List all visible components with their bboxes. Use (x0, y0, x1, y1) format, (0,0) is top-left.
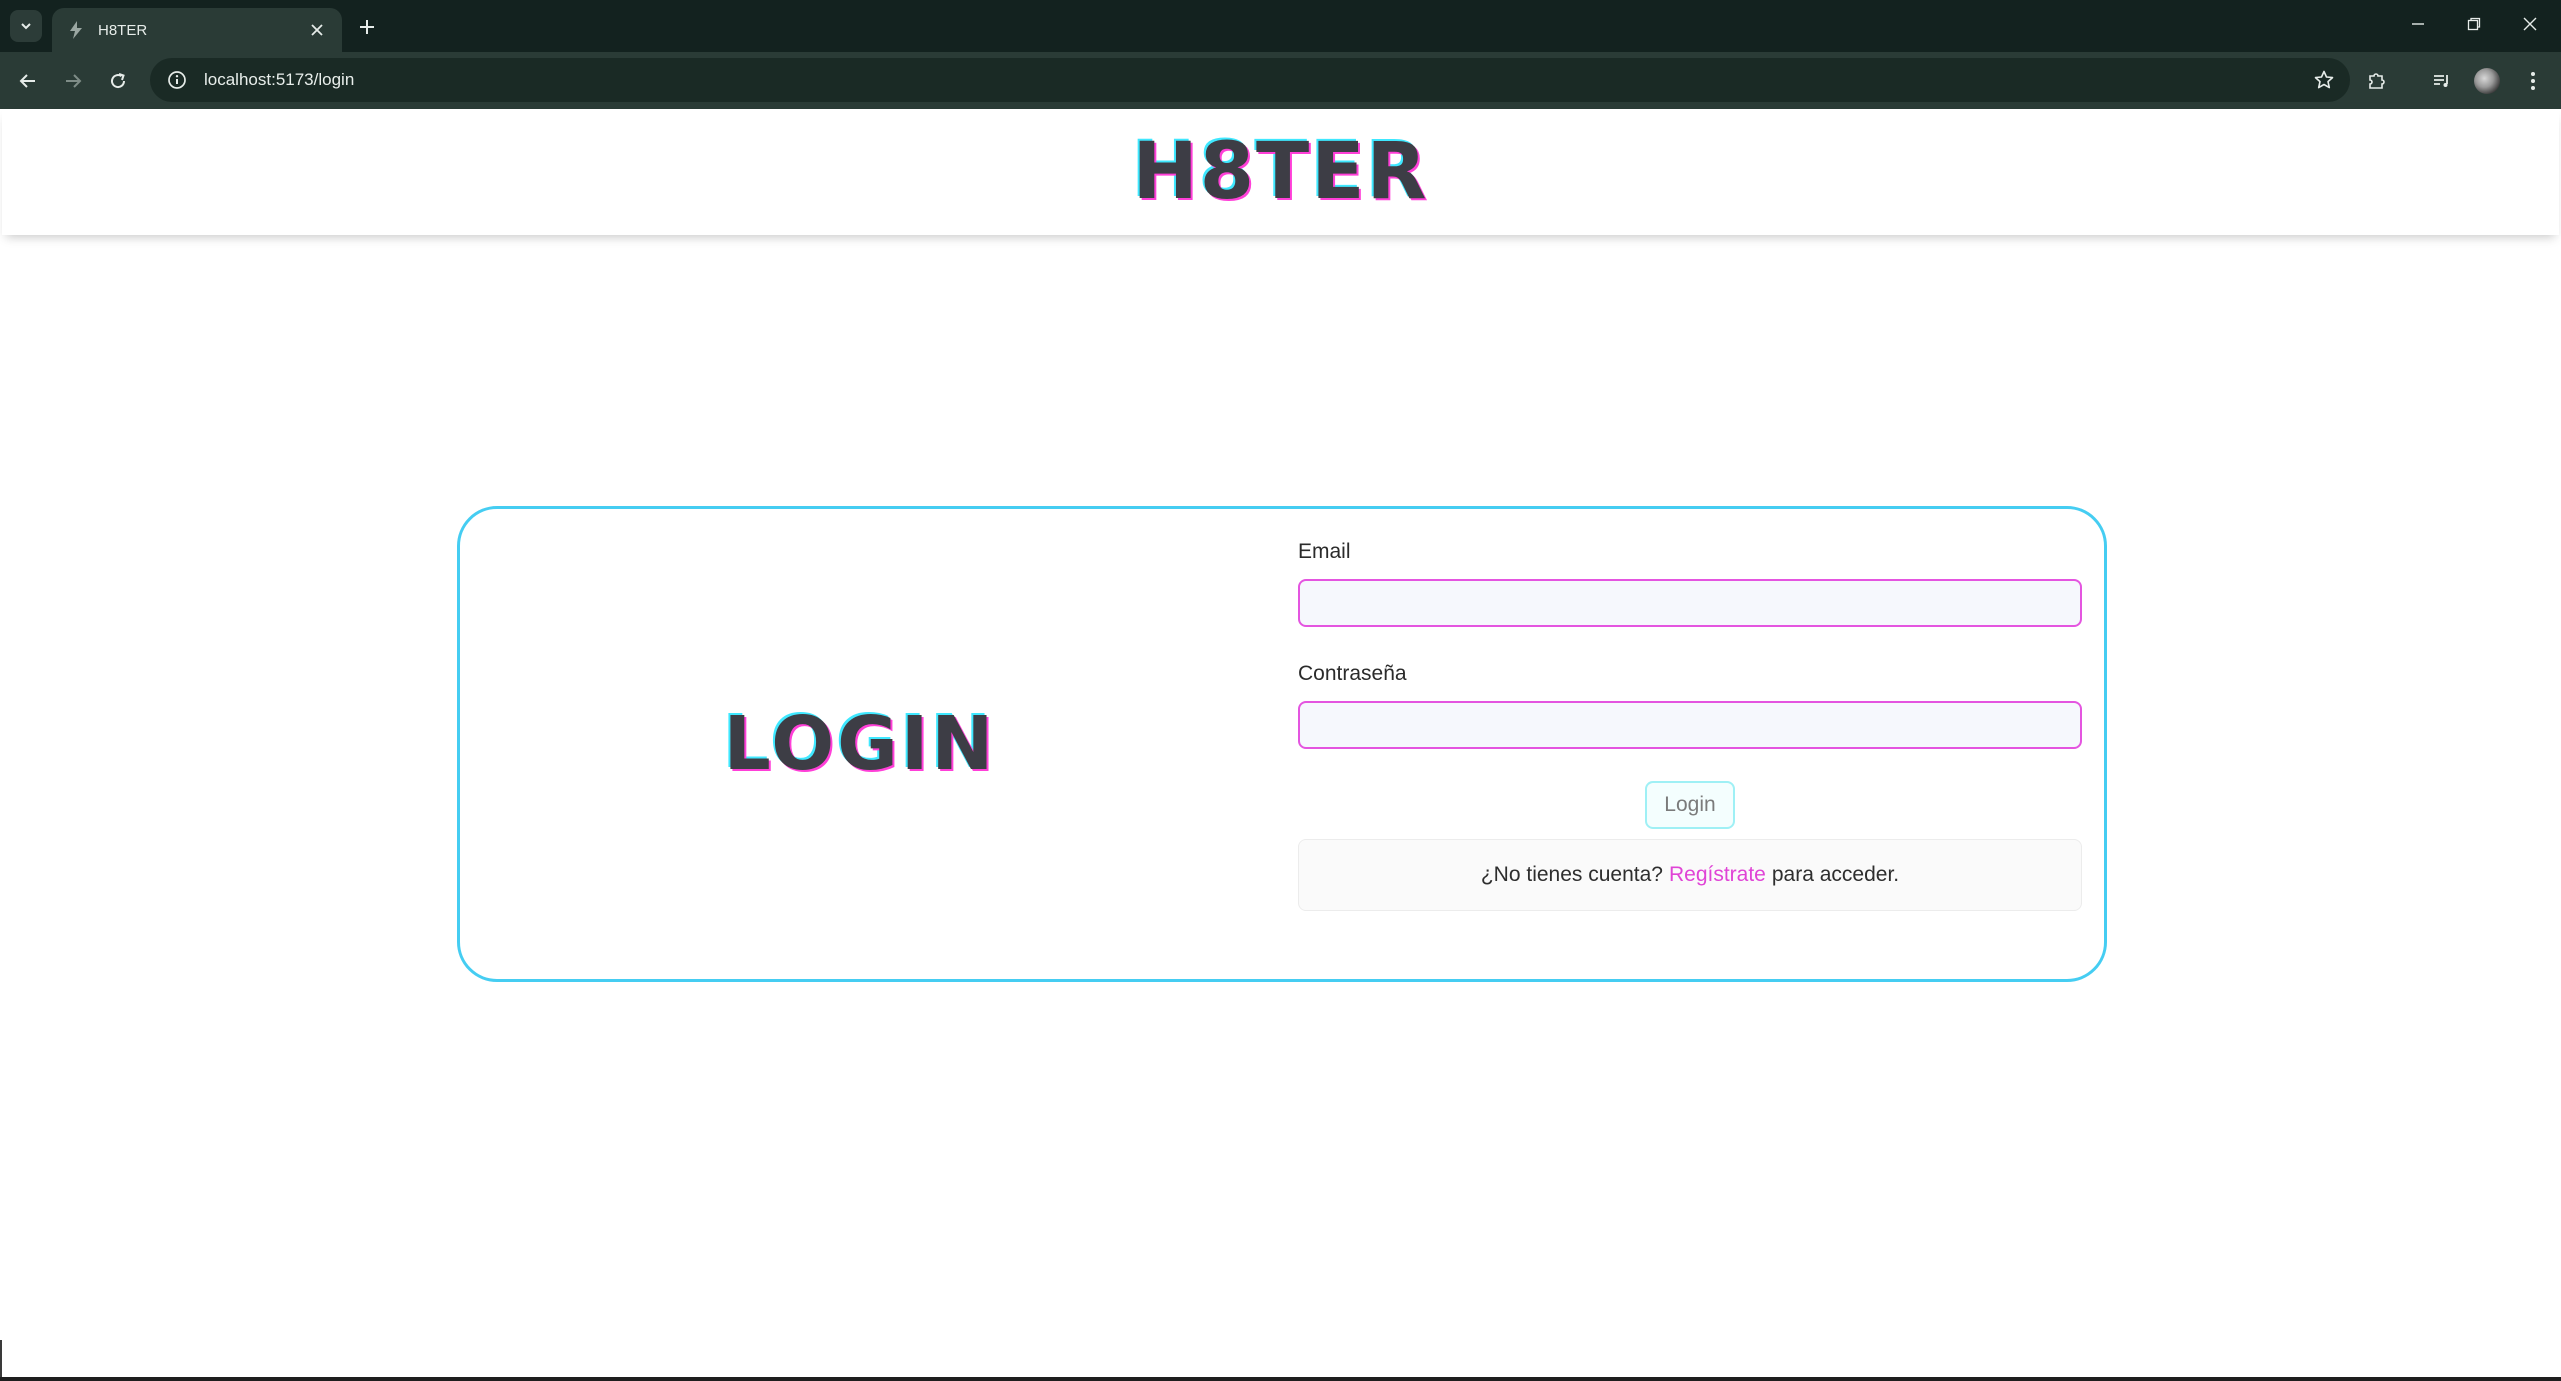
address-bar[interactable]: localhost:5173/login (150, 58, 2350, 102)
login-heading-container: LOGIN (460, 509, 1260, 979)
info-icon[interactable] (164, 67, 190, 93)
login-form: Email Contraseña Login ¿No tienes cuenta… (1298, 539, 2082, 911)
register-suffix: para acceder. (1771, 863, 1900, 886)
plus-icon (360, 20, 374, 34)
password-label: Contraseña (1298, 662, 1407, 685)
tab-strip: H8TER (0, 0, 2561, 52)
browser-toolbar: localhost:5173/login (0, 52, 2561, 109)
brand-logo[interactable]: H8TER (1132, 133, 1428, 211)
email-label: Email (1298, 540, 1351, 563)
profile-button[interactable] (2470, 64, 2504, 98)
star-icon[interactable] (2304, 60, 2344, 100)
kebab-menu-icon (2531, 72, 2535, 90)
browser-menu-button[interactable] (2516, 64, 2550, 98)
minimize-button[interactable] (2390, 0, 2446, 48)
avatar (2474, 68, 2500, 94)
tab-search-button[interactable] (10, 10, 42, 42)
password-field[interactable] (1298, 701, 2082, 749)
site-header: H8TER (2, 109, 2559, 235)
restore-icon (2467, 17, 2481, 31)
divider (0, 1377, 2561, 1381)
browser-tab[interactable]: H8TER (52, 8, 342, 52)
close-icon (2523, 17, 2537, 31)
email-field[interactable] (1298, 579, 2082, 627)
arrow-left-icon (19, 74, 35, 88)
arrow-right-icon (66, 74, 82, 88)
login-card: LOGIN Email Contraseña Login ¿No tienes … (457, 506, 2107, 982)
reload-button[interactable] (101, 64, 135, 98)
register-prefix: ¿No tienes cuenta? (1480, 863, 1663, 886)
restore-button[interactable] (2446, 0, 2502, 48)
close-window-button[interactable] (2502, 0, 2558, 48)
media-controls-button[interactable] (2425, 64, 2459, 98)
forward-button[interactable] (56, 64, 90, 98)
register-prompt: ¿No tienes cuenta? Regístrate para acced… (1298, 839, 2082, 911)
login-button[interactable]: Login (1645, 781, 1735, 829)
divider (0, 1340, 2, 1381)
register-link[interactable]: Regístrate (1669, 863, 1766, 887)
playlist-icon (2434, 75, 2448, 87)
back-button[interactable] (11, 64, 45, 98)
page-viewport: H8TER LOGIN Email Contraseña Login ¿No t… (2, 109, 2559, 1377)
new-tab-button[interactable] (352, 12, 382, 42)
close-icon[interactable] (306, 19, 328, 41)
bolt-icon (66, 20, 86, 40)
minimize-icon (2412, 23, 2424, 25)
extensions-button[interactable] (2360, 64, 2394, 98)
reload-icon (111, 73, 126, 89)
url-text: localhost:5173/login (204, 70, 355, 89)
tab-title: H8TER (98, 21, 148, 39)
puzzle-icon (2369, 73, 2385, 89)
chevron-down-icon (21, 23, 31, 30)
login-heading: LOGIN (723, 701, 997, 787)
